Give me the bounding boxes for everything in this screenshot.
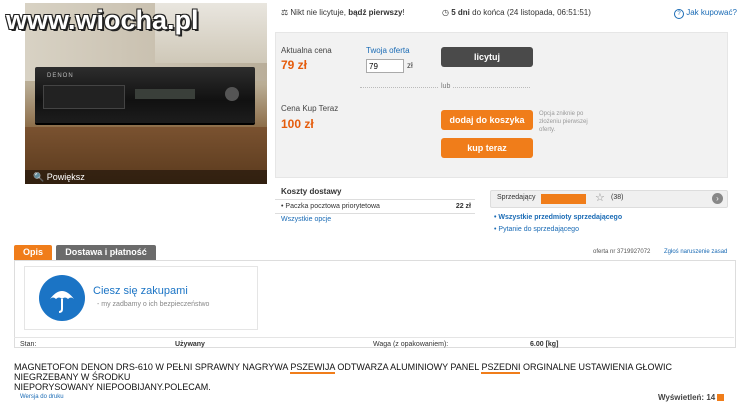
add-to-cart-button[interactable]: dodaj do koszyka bbox=[441, 110, 533, 130]
tab-delivery[interactable]: Dostawa i płatność bbox=[56, 245, 156, 260]
shipping-row: • Paczka pocztowa priorytetowa 22 zł bbox=[281, 203, 471, 210]
magnifier-icon: 🔍 bbox=[33, 172, 45, 182]
umbrella-icon bbox=[39, 275, 85, 321]
bid-unit: zł bbox=[407, 61, 413, 70]
weight-value: 6.00 [kg] bbox=[530, 341, 559, 348]
bid-status: ⚖ Nikt nie licytuje, bądź pierwszy! bbox=[281, 8, 405, 17]
print-version-link[interactable]: Wersja do druku bbox=[20, 394, 64, 400]
weight-label: Waga (z opakowaniem): bbox=[373, 341, 449, 348]
time-left: ◷ 5 dni do końca (24 listopada, 06:51:51… bbox=[442, 8, 591, 17]
help-link[interactable]: ? Jak kupować? bbox=[674, 8, 737, 19]
state-value: Używany bbox=[175, 341, 205, 348]
seller-name-redacted bbox=[541, 194, 586, 204]
promo-banner: Ciesz się zakupami - my zadbamy o ich be… bbox=[24, 266, 258, 330]
expand-icon[interactable]: › bbox=[712, 193, 723, 204]
ask-seller-link[interactable]: • Pytanie do sprzedającego bbox=[494, 226, 579, 233]
buy-now-price: 100 zł bbox=[281, 117, 314, 131]
device-brand: DENON bbox=[47, 73, 74, 79]
promo-subtitle: - my zadbamy o ich bezpieczeństwo bbox=[97, 301, 210, 308]
offer-number: oferta nr 3719927072 bbox=[593, 249, 651, 255]
enlarge-link[interactable]: 🔍 Powiększ bbox=[25, 170, 267, 184]
buy-now-button[interactable]: kup teraz bbox=[441, 138, 533, 158]
report-link[interactable]: Zgłoś naruszenie zasad bbox=[664, 249, 727, 255]
gavel-icon: ⚖ bbox=[281, 8, 289, 17]
view-counter: Wyświetleń: 14 bbox=[658, 393, 725, 402]
counter-icon bbox=[717, 394, 725, 402]
promo-title: Ciesz się zakupami bbox=[93, 285, 188, 297]
item-description: MAGNETOFON DENON DRS-610 W PEŁNI SPRAWNY… bbox=[14, 362, 672, 392]
current-price-label: Aktualna cena bbox=[281, 46, 332, 55]
current-price: 79 zł bbox=[281, 58, 308, 72]
bid-button[interactable]: licytuj bbox=[441, 47, 533, 67]
star-icon: ☆ bbox=[595, 192, 605, 204]
seller-bar: Sprzedający ☆ (38) › bbox=[490, 190, 728, 208]
cassette-deck-image: DENON bbox=[35, 67, 255, 123]
misspelled-word-1: PSZEWIJA bbox=[290, 362, 335, 374]
shipping-box: Koszty dostawy • Paczka pocztowa prioryt… bbox=[275, 183, 475, 223]
all-shipping-options-link[interactable]: Wszystkie opcje bbox=[275, 213, 475, 223]
seller-items-link[interactable]: • Wszystkie przedmioty sprzedającego bbox=[494, 214, 622, 221]
seller-rating: (38) bbox=[611, 194, 624, 201]
shipping-title: Koszty dostawy bbox=[275, 183, 475, 200]
enlarge-label: Powiększ bbox=[46, 172, 85, 182]
question-icon: ? bbox=[674, 9, 684, 19]
buy-now-note: Opcja zniknie po złożeniu pierwszej ofer… bbox=[539, 111, 588, 133]
or-label: lub bbox=[438, 83, 454, 90]
your-offer-label: Twoja oferta bbox=[366, 46, 410, 55]
bid-input[interactable] bbox=[366, 59, 404, 73]
seller-label: Sprzedający bbox=[497, 194, 536, 201]
buy-now-label: Cena Kup Teraz bbox=[281, 104, 339, 113]
tab-description[interactable]: Opis bbox=[14, 245, 52, 260]
watermark: www.wiocha.pl bbox=[6, 5, 199, 35]
clock-icon: ◷ bbox=[442, 8, 449, 17]
state-label: Stan: bbox=[20, 341, 37, 348]
misspelled-word-2: PSZEDNI bbox=[481, 362, 521, 374]
